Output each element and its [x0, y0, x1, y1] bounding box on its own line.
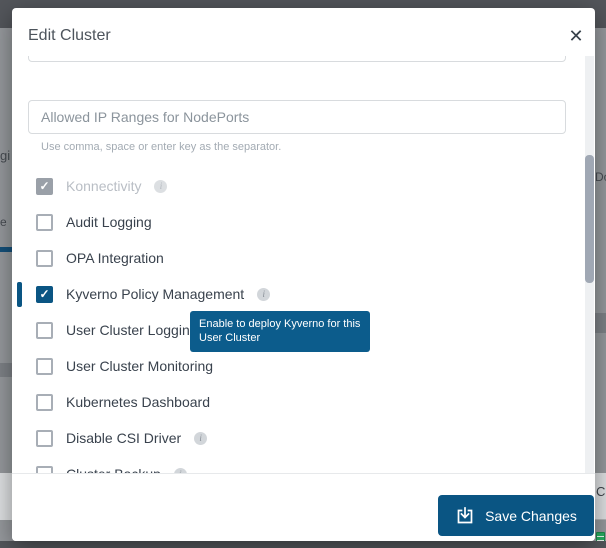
kyverno-tooltip: Enable to deploy Kyverno for this User C… — [190, 311, 370, 352]
checkbox-label: User Cluster Logging — [66, 322, 198, 338]
dialog-scroll-content: Use comma, space or enter key as the sep… — [12, 56, 595, 473]
checkbox-user-cluster-logging[interactable]: User Cluster Logging — [36, 321, 198, 339]
info-icon[interactable]: i — [194, 432, 207, 445]
checkbox-icon — [36, 178, 53, 195]
top-field-partially-scrolled[interactable] — [28, 56, 566, 62]
save-icon — [455, 506, 475, 526]
allowed-ip-ranges-input[interactable] — [28, 100, 566, 134]
info-icon[interactable]: i — [154, 180, 167, 193]
background-accent-line — [0, 247, 12, 252]
checkbox-konnectivity: Konnectivity i — [36, 177, 167, 195]
background-light-band — [0, 473, 12, 520]
checkbox-icon[interactable] — [36, 430, 53, 447]
focus-indicator-bar — [17, 282, 22, 307]
checkbox-icon[interactable] — [36, 394, 53, 411]
tooltip-line: Enable to deploy Kyverno for this — [199, 318, 360, 330]
background-text-fragment: gi — [0, 148, 11, 163]
checkbox-label: Kyverno Policy Management — [66, 286, 244, 302]
checkbox-icon[interactable] — [36, 358, 53, 375]
save-changes-button[interactable]: Save Changes — [438, 495, 594, 536]
checkbox-label: User Cluster Monitoring — [66, 358, 213, 374]
checkbox-label: Audit Logging — [66, 214, 152, 230]
checkbox-audit-logging[interactable]: Audit Logging — [36, 213, 152, 231]
dialog-title: Edit Cluster — [28, 27, 111, 45]
background-table-band — [0, 363, 12, 377]
checkbox-icon[interactable] — [36, 322, 53, 339]
checkbox-kubernetes-dashboard[interactable]: Kubernetes Dashboard — [36, 393, 210, 411]
content-scrollbar[interactable] — [585, 56, 594, 473]
dialog-footer: Save Changes — [12, 473, 595, 541]
checkbox-label: Konnectivity — [66, 178, 141, 194]
checkbox-disable-csi-driver[interactable]: Disable CSI Driver i — [36, 429, 207, 447]
checkbox-cluster-backup[interactable]: Cluster Backup i — [36, 465, 187, 473]
checkbox-icon[interactable] — [36, 466, 53, 474]
checkbox-label: Cluster Backup — [66, 466, 161, 473]
save-button-label: Save Changes — [485, 508, 577, 524]
background-text-fragment: Do — [595, 170, 606, 184]
info-icon[interactable]: i — [257, 288, 270, 301]
close-icon[interactable]: ✕ — [563, 23, 589, 49]
checkbox-icon[interactable] — [36, 250, 53, 267]
edit-cluster-dialog: Edit Cluster ✕ Use comma, space or enter… — [12, 8, 595, 541]
checkbox-user-cluster-monitoring[interactable]: User Cluster Monitoring — [36, 357, 213, 375]
background-text-fragment: e — [0, 215, 9, 229]
background-table-band — [595, 313, 606, 333]
ip-ranges-hint: Use comma, space or enter key as the sep… — [41, 141, 281, 153]
checkbox-label: Kubernetes Dashboard — [66, 394, 210, 410]
checkbox-icon[interactable] — [36, 286, 53, 303]
background-text-fragment: C — [596, 484, 606, 499]
scrollbar-thumb[interactable] — [585, 155, 594, 283]
checkbox-icon[interactable] — [36, 214, 53, 231]
checkbox-label: Disable CSI Driver — [66, 430, 181, 446]
checkbox-label: OPA Integration — [66, 250, 164, 266]
checkbox-opa-integration[interactable]: OPA Integration — [36, 249, 164, 267]
tooltip-line: User Cluster — [199, 332, 260, 344]
background-bottom-band — [0, 541, 606, 548]
checkbox-kyverno-policy-management[interactable]: Kyverno Policy Management i — [36, 285, 270, 303]
